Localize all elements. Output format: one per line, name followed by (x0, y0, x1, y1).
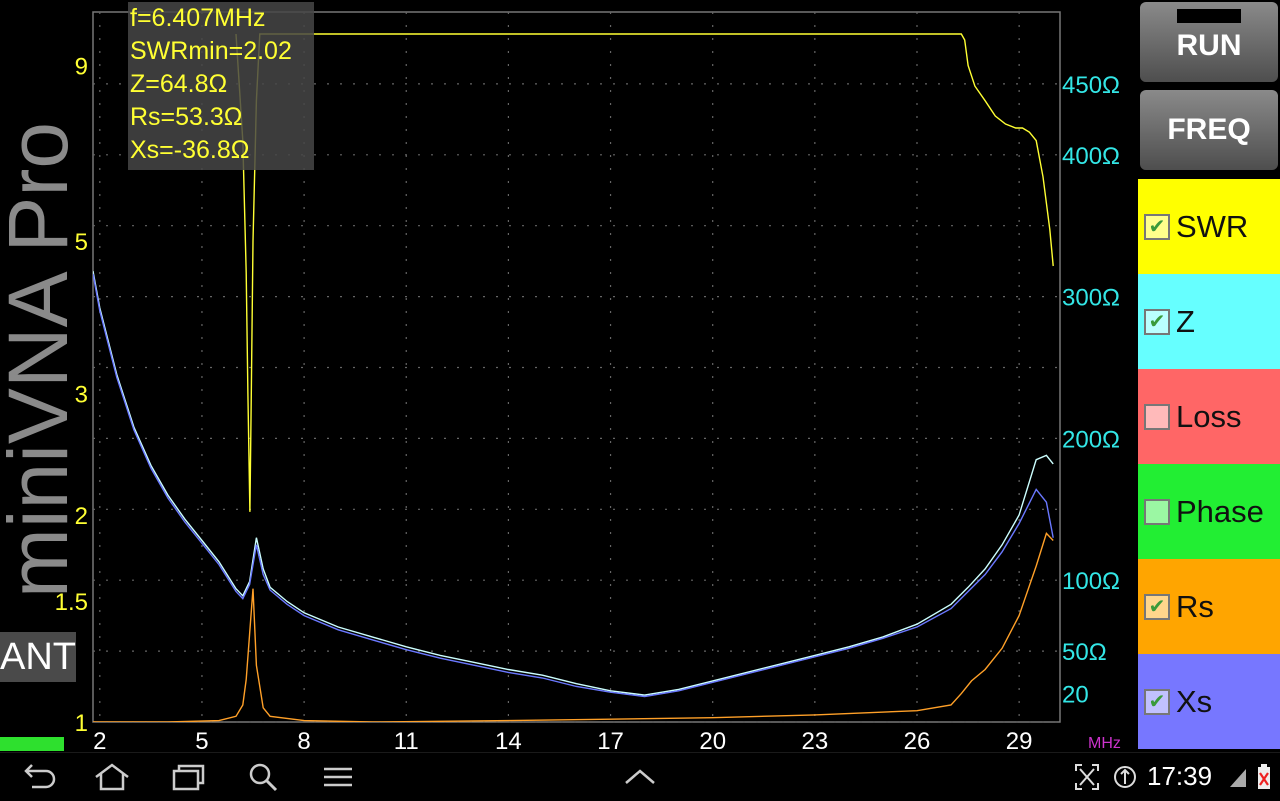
trace-label: Phase (1176, 493, 1264, 529)
trace-label: Loss (1176, 398, 1242, 434)
ohm-axis-ticks: 450Ω 400Ω 300Ω 200Ω 100Ω 50Ω 20 (1062, 72, 1120, 709)
trace-checkbox[interactable]: ✔ (1144, 593, 1170, 620)
frequency-tick-label: 11 (394, 728, 419, 752)
trace-checkbox[interactable]: ✔ (1144, 213, 1170, 240)
readout-rs: Rs=53.3Ω (130, 103, 243, 131)
ohm-tick-label: 200Ω (1062, 426, 1120, 453)
run-button[interactable]: RUN (1140, 2, 1278, 82)
recent-apps-icon[interactable] (168, 761, 208, 793)
swr-tick-label: 9 (75, 53, 88, 80)
frequency-tick-label: 2 (93, 728, 106, 752)
frequency-tick-label: 14 (495, 728, 522, 752)
run-indicator (1177, 9, 1241, 23)
trace-checkbox[interactable] (1144, 403, 1170, 430)
trace-checkbox[interactable] (1144, 498, 1170, 525)
series-line-xs (93, 273, 1054, 698)
signal-level-bar (0, 737, 64, 751)
minivna-app: miniVNA Pro 9 5 3 2 1.5 1 450Ω 400Ω 300Ω 200Ω 100… (0, 0, 1280, 801)
frequency-tick-label: 8 (297, 728, 310, 752)
trace-label: Z (1176, 303, 1195, 339)
antenna-port-label: ANT (0, 632, 76, 682)
trace-label: Xs (1176, 683, 1213, 719)
fullscreen-icon[interactable] (1072, 761, 1102, 793)
trace-toggle-loss[interactable]: Loss (1138, 369, 1280, 464)
home-icon[interactable] (92, 761, 132, 793)
back-icon[interactable] (20, 761, 60, 793)
trace-label: SWR (1176, 208, 1249, 244)
frequency-axis-ticks: 2 5 8 11 14 17 20 23 26 29 MHz (93, 728, 1121, 752)
swr-tick-label: 1.5 (55, 589, 88, 616)
readout-impedance: Z=64.8Ω (130, 70, 228, 98)
frequency-tick-label: 26 (904, 728, 931, 752)
readout-frequency: f=6.407MHz (130, 4, 266, 32)
menu-icon[interactable] (318, 761, 358, 793)
ohm-tick-label: 400Ω (1062, 143, 1120, 170)
series-line-z (93, 270, 1054, 696)
trace-label: Rs (1176, 588, 1214, 624)
frequency-tick-label: 20 (699, 728, 726, 752)
frequency-tick-label: 5 (195, 728, 208, 752)
search-icon[interactable] (244, 761, 284, 793)
series-line-swr (235, 33, 1054, 512)
freq-button[interactable]: FREQ (1140, 90, 1278, 170)
swr-tick-label: 3 (75, 382, 88, 409)
trace-toggle-rs[interactable]: ✔ Rs (1138, 559, 1280, 654)
system-navigation-bar (0, 752, 1280, 801)
trace-checkbox[interactable]: ✔ (1144, 688, 1170, 715)
frequency-tick-label: 23 (801, 728, 828, 752)
swr-tick-label: 1 (75, 710, 88, 737)
trace-toggle-phase[interactable]: Phase (1138, 464, 1280, 559)
ohm-tick-label: 20 (1062, 682, 1089, 709)
ohm-tick-label: 50Ω (1062, 639, 1107, 666)
usb-status-icon (1114, 766, 1136, 788)
frequency-tick-label: 17 (597, 728, 624, 752)
frequency-unit-label: MHz (1088, 735, 1121, 752)
trace-checkbox[interactable]: ✔ (1144, 308, 1170, 335)
swr-tick-label: 5 (75, 229, 88, 256)
readout-swr-min: SWRmin=2.02 (130, 37, 292, 65)
ohm-tick-label: 100Ω (1062, 568, 1120, 595)
ohm-tick-label: 450Ω (1062, 72, 1120, 99)
trace-toggle-swr[interactable]: ✔ SWR (1138, 179, 1280, 274)
readout-xs: Xs=-36.8Ω (130, 136, 250, 164)
frequency-tick-label: 29 (1006, 728, 1033, 752)
signal-strength-icon (1230, 769, 1246, 787)
status-clock: 17:39 (1147, 761, 1213, 791)
trace-toggle-z[interactable]: ✔ Z (1138, 274, 1280, 369)
trace-toggle-xs[interactable]: ✔ Xs (1138, 654, 1280, 749)
chevron-up-icon[interactable] (620, 761, 660, 793)
marker-readout: f=6.407MHz SWRmin=2.02 Z=64.8Ω Rs=53.3Ω … (128, 2, 314, 170)
ohm-tick-label: 300Ω (1062, 285, 1120, 312)
swr-tick-label: 2 (75, 503, 88, 530)
battery-alert-icon (1258, 764, 1270, 789)
